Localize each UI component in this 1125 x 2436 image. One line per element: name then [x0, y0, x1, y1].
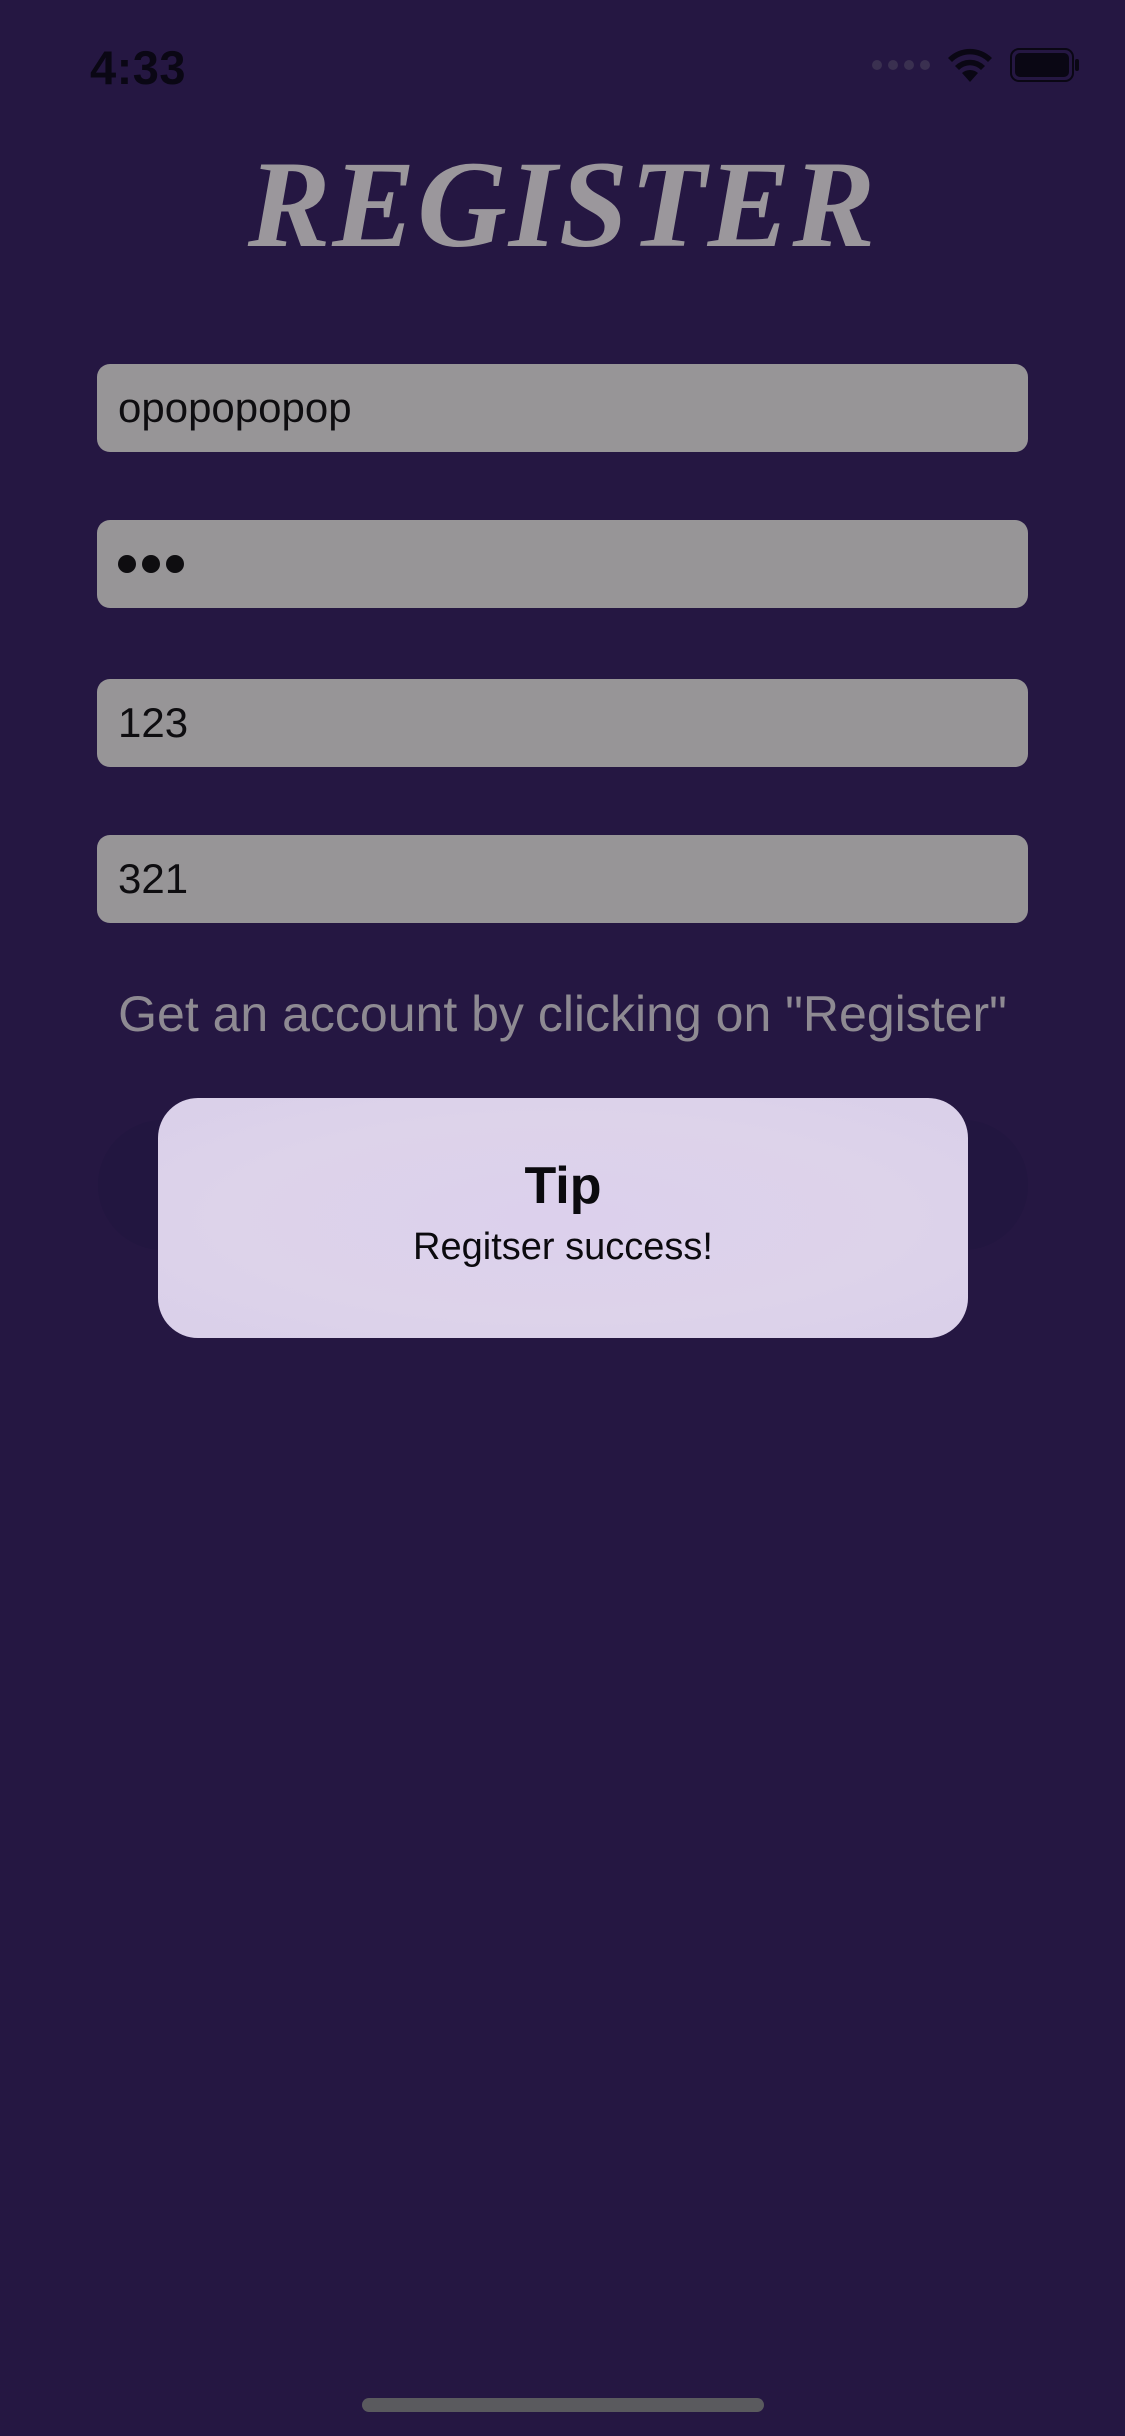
battery-icon — [1010, 48, 1080, 82]
register-hint: Get an account by clicking on "Register" — [118, 986, 1007, 1042]
status-icons — [872, 48, 1080, 82]
code-field[interactable]: 123 — [97, 679, 1028, 767]
page-title: REGISTER — [247, 136, 878, 273]
password-mask — [118, 555, 184, 573]
alert-message: Regitser success! — [413, 1226, 713, 1268]
home-indicator[interactable] — [362, 2398, 764, 2412]
confirm-field[interactable]: 321 — [97, 835, 1028, 923]
password-field[interactable] — [97, 520, 1028, 608]
status-time: 4:33 — [90, 41, 187, 94]
alert-title: Tip — [524, 1157, 602, 1215]
username-field[interactable]: opopopopop — [97, 364, 1028, 452]
wifi-icon — [948, 48, 992, 82]
alert-dialog[interactable]: Tip Regitser success! — [158, 1098, 968, 1338]
signal-icon — [872, 60, 930, 70]
status-bar: 4:33 — [0, 0, 1125, 132]
